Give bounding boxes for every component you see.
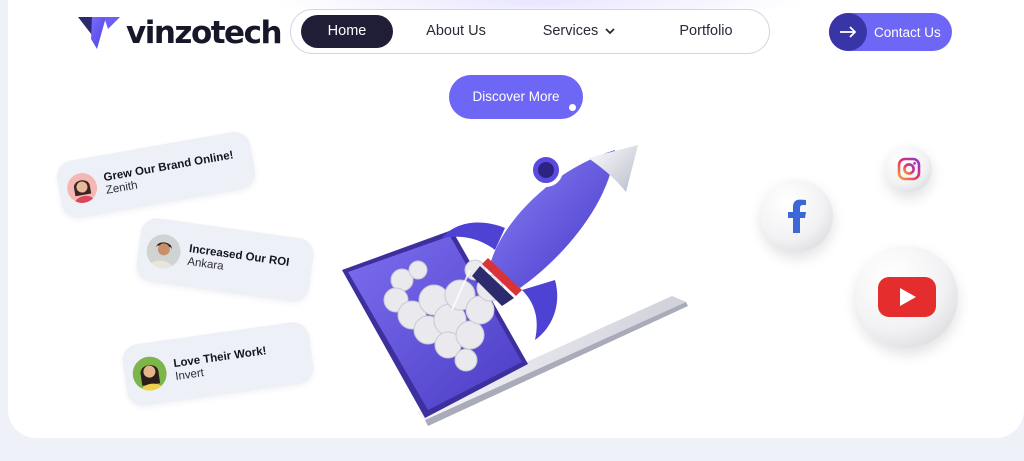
avatar (65, 171, 100, 206)
avatar (144, 232, 182, 270)
arrow-right-icon (829, 13, 867, 51)
rocket-laptop-illustration (342, 145, 688, 426)
nav-item-about-us[interactable]: About Us (411, 15, 501, 48)
contact-us-button[interactable]: Contact Us (829, 13, 952, 51)
logo-mark-icon (78, 17, 120, 49)
instagram-icon[interactable] (886, 146, 932, 192)
chevron-down-icon (605, 28, 615, 35)
discover-more-button[interactable]: Discover More (449, 75, 583, 119)
youtube-icon[interactable] (856, 246, 958, 348)
cursor-dot (569, 104, 576, 111)
avatar (130, 354, 168, 392)
facebook-icon[interactable] (761, 180, 833, 252)
nav-item-home[interactable]: Home (301, 15, 393, 48)
nav-item-portfolio[interactable]: Portfolio (666, 15, 746, 48)
nav-item-services-label: Services (542, 23, 599, 39)
brand-name: vinzotech (126, 15, 283, 51)
discover-more-label: Discover More (472, 89, 560, 104)
main-nav: Home About Us Services Portfolio (290, 9, 770, 54)
contact-us-label: Contact Us (874, 24, 941, 40)
nav-item-services[interactable]: Services (539, 15, 619, 48)
brand-logo[interactable]: vinzotech (78, 13, 283, 53)
